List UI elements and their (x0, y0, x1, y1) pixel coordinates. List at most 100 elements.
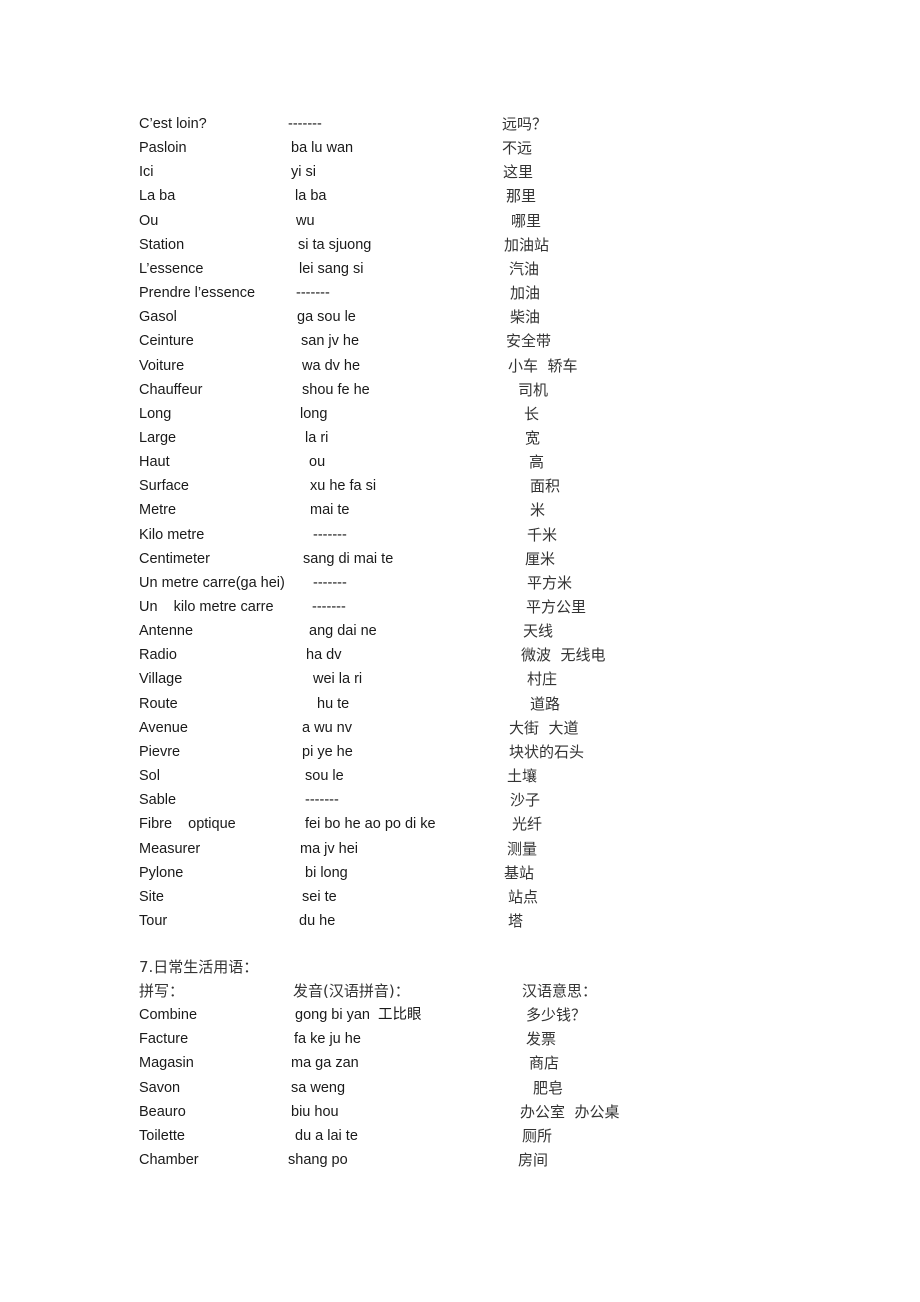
pronunciation: du a lai te (295, 1128, 358, 1144)
pronunciation: ------- (313, 526, 347, 543)
chinese-meaning: 长 (524, 404, 540, 423)
chinese-meaning: 办公室 办公桌 (520, 1102, 620, 1121)
chinese-meaning: 基站 (504, 863, 535, 882)
pronunciation: du he (299, 912, 336, 929)
pronunciation: gong bi yan 工比眼 (295, 1007, 422, 1023)
chinese-meaning: 平方公里 (526, 598, 587, 616)
pronunciation: wei la ri (313, 671, 363, 688)
pronunciation: san jv he (301, 333, 360, 350)
french-term: Avenue (139, 719, 188, 736)
french-term: Beauro (139, 1103, 186, 1120)
french-term: Centimeter (139, 550, 210, 567)
french-term: Station (139, 236, 185, 253)
french-term: Tour (139, 912, 168, 929)
pronunciation: ga sou le (297, 309, 356, 326)
chinese-meaning: 加油站 (504, 235, 550, 254)
french-term: Measurer (139, 840, 201, 857)
pronunciation: wu (296, 212, 315, 229)
pronunciation: ou (309, 454, 326, 471)
chinese-meaning: 房间 (518, 1151, 549, 1170)
chinese-meaning: 面积 (530, 477, 561, 496)
pronunciation: fei bo he ao po di ke (305, 816, 436, 833)
chinese-meaning: 那里 (506, 187, 537, 206)
chinese-meaning: 千米 (527, 525, 558, 544)
french-term: Fibre optique (139, 816, 236, 833)
french-term: Antenne (139, 623, 194, 640)
french-term: Ici (139, 164, 154, 181)
column-header-pronunciation: 发音(汉语拼音)： (293, 982, 410, 1000)
chinese-meaning: 厕所 (522, 1127, 553, 1145)
chinese-meaning: 多少钱？ (526, 1006, 587, 1024)
french-term: Long (139, 405, 172, 422)
french-term: Ou (139, 212, 159, 229)
pronunciation: xu he fa si (310, 478, 377, 495)
chinese-meaning: 天线 (523, 622, 554, 641)
pronunciation: bi long (305, 864, 348, 881)
chinese-meaning: 微波 无线电 (521, 646, 606, 665)
pronunciation: a wu nv (302, 719, 352, 736)
document-page: C’est loin? ------- 远吗？ Pasloin ba lu wan 不远 I… (0, 0, 920, 1302)
chinese-meaning: 汽油 (509, 259, 540, 278)
chinese-meaning: 司机 (518, 380, 549, 399)
chinese-meaning: 光纤 (512, 815, 543, 834)
french-term: Gasol (139, 309, 177, 326)
pronunciation: ba lu wan (291, 140, 354, 157)
pronunciation: mai te (310, 502, 350, 519)
chinese-meaning: 不远 (502, 139, 533, 158)
pronunciation: la ri (305, 429, 329, 446)
chinese-meaning: 商店 (529, 1054, 560, 1073)
pronunciation: fa ke ju he (294, 1031, 361, 1048)
french-term: Site (139, 888, 164, 905)
french-term: Chauffeur (139, 381, 203, 398)
column-header-meaning: 汉语意思： (522, 982, 598, 1000)
pronunciation: sang di mai te (303, 550, 394, 567)
pronunciation: hu te (317, 695, 350, 712)
chinese-meaning: 米 (530, 501, 546, 520)
french-term: Savon (139, 1079, 181, 1096)
chinese-meaning: 厘米 (525, 549, 556, 568)
pronunciation: ha dv (306, 647, 342, 664)
french-term: Route (139, 695, 178, 712)
chinese-meaning: 道路 (530, 694, 561, 713)
pronunciation: ------- (312, 599, 346, 615)
chinese-meaning: 远吗？ (502, 115, 548, 133)
french-term: La ba (139, 188, 176, 205)
section-heading: 7.日常生活用语： (139, 958, 259, 976)
pronunciation: wa dv he (302, 357, 361, 374)
french-term: Haut (139, 454, 170, 471)
chinese-meaning: 站点 (508, 887, 539, 906)
pronunciation: lei sang si (299, 260, 364, 277)
french-term: C’est loin? (139, 116, 207, 132)
french-term: Metre (139, 502, 177, 519)
french-term: Pasloin (139, 140, 187, 157)
chinese-meaning: 肥皂 (533, 1078, 564, 1097)
french-term: L’essence (139, 260, 204, 277)
pronunciation: sa weng (291, 1079, 346, 1096)
pronunciation: shou fe he (302, 381, 370, 398)
pronunciation: ma ga zan (291, 1055, 359, 1072)
pronunciation: si ta sjuong (298, 236, 372, 253)
french-term: Toilette (139, 1128, 185, 1144)
french-term: Large (139, 429, 177, 446)
french-term: Surface (139, 478, 189, 495)
french-term: Ceinture (139, 333, 194, 350)
pronunciation: ------- (288, 116, 322, 132)
french-term: Voiture (139, 357, 185, 374)
chinese-meaning: 安全带 (506, 332, 552, 351)
french-term: Combine (139, 1007, 198, 1023)
french-term: Village (139, 671, 183, 688)
pronunciation: ------- (296, 285, 330, 302)
french-term: Pylone (139, 864, 184, 881)
french-term: Radio (139, 647, 177, 664)
french-term: Pievre (139, 743, 181, 760)
pronunciation: sou le (305, 768, 344, 785)
chinese-meaning: 宽 (525, 428, 541, 447)
chinese-meaning: 柴油 (510, 308, 541, 327)
chinese-meaning: 沙子 (510, 791, 541, 810)
chinese-meaning: 发票 (526, 1030, 557, 1049)
chinese-meaning: 小车 轿车 (508, 356, 578, 375)
pronunciation: ------- (305, 792, 339, 809)
french-term: Un kilo metre carre (139, 599, 274, 615)
french-term: Facture (139, 1031, 189, 1048)
chinese-meaning: 这里 (503, 163, 534, 182)
